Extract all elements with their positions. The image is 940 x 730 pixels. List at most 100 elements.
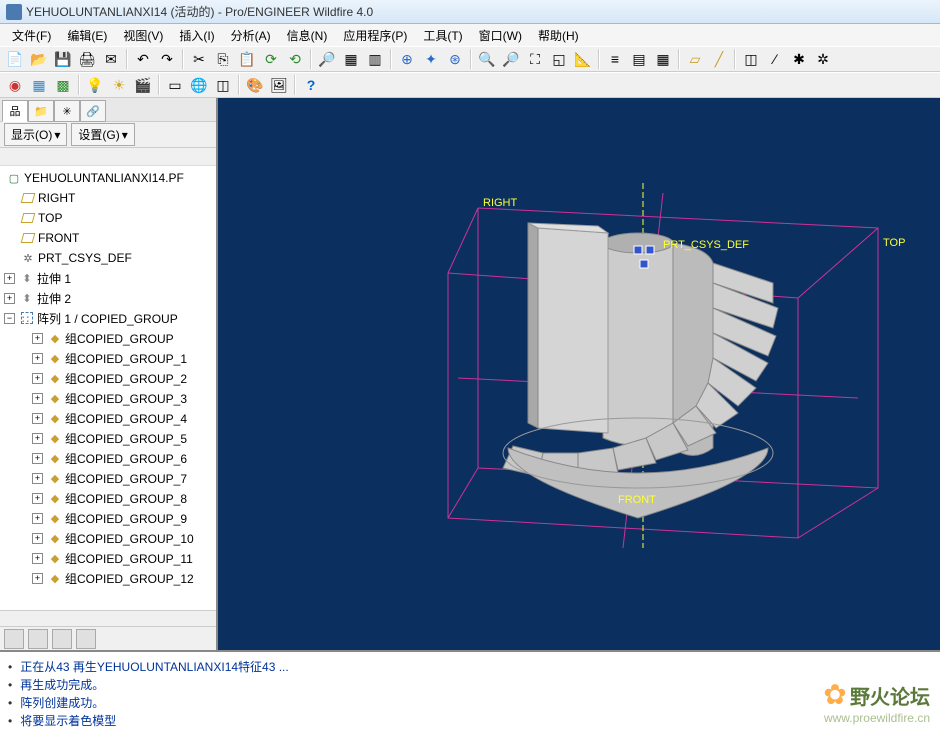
menu-file[interactable]: 文件(F) — [4, 25, 59, 46]
menu-app[interactable]: 应用程序(P) — [335, 25, 415, 46]
expander-icon[interactable]: + — [32, 453, 43, 464]
expander-icon[interactable]: + — [32, 353, 43, 364]
render-icon[interactable]: ▦ — [28, 74, 50, 96]
fit-icon[interactable]: ⛶ — [524, 48, 546, 70]
expander-icon[interactable]: + — [4, 273, 15, 284]
disp-point-icon[interactable]: ✱ — [788, 48, 810, 70]
expander-icon[interactable]: + — [32, 413, 43, 424]
disp-plane-icon[interactable]: ◫ — [740, 48, 762, 70]
settings-button[interactable]: 设置(G)▾ — [71, 123, 134, 146]
sb-btn-2[interactable] — [28, 629, 48, 649]
redo-icon[interactable]: ↷ — [156, 48, 178, 70]
saved-view-icon[interactable]: 📐 — [572, 48, 594, 70]
3d-viewport[interactable]: RIGHT TOP FRONT PRT_CSYS_DEF — [218, 98, 940, 650]
menu-info[interactable]: 信息(N) — [279, 25, 336, 46]
tree-group[interactable]: +◆组COPIED_GROUP_5 — [0, 428, 216, 448]
light2-icon[interactable]: ☀ — [108, 74, 130, 96]
layer-icon[interactable]: ≡ — [604, 48, 626, 70]
tree-group[interactable]: +◆组COPIED_GROUP_1 — [0, 348, 216, 368]
print-icon[interactable]: 🖨 — [76, 48, 98, 70]
zoomin-icon[interactable]: 🔍 — [476, 48, 498, 70]
expander-icon[interactable]: + — [32, 553, 43, 564]
spin-icon[interactable]: ⊕ — [396, 48, 418, 70]
tree-plane-front[interactable]: FRONT — [0, 228, 216, 248]
help-icon[interactable]: ? — [300, 74, 322, 96]
tree-pattern[interactable]: − ∷ 阵列 1 / COPIED_GROUP — [0, 308, 216, 328]
render-final-icon[interactable]: 🖼 — [268, 74, 290, 96]
menu-help[interactable]: 帮助(H) — [530, 25, 587, 46]
tree-group[interactable]: +◆组COPIED_GROUP — [0, 328, 216, 348]
tab-folder-icon[interactable]: 📁 — [28, 100, 54, 122]
datum-axis-icon[interactable]: ╱ — [708, 48, 730, 70]
tree-group[interactable]: +◆组COPIED_GROUP_7 — [0, 468, 216, 488]
expander-icon[interactable]: + — [32, 393, 43, 404]
tree-group[interactable]: +◆组COPIED_GROUP_6 — [0, 448, 216, 468]
menu-tools[interactable]: 工具(T) — [415, 25, 470, 46]
paste-icon[interactable]: 📋 — [236, 48, 258, 70]
select2-icon[interactable]: ▥ — [364, 48, 386, 70]
tab-conn-icon[interactable]: 🔗 — [80, 100, 106, 122]
save-icon[interactable]: 💾 — [52, 48, 74, 70]
tree-group[interactable]: +◆组COPIED_GROUP_8 — [0, 488, 216, 508]
find-icon[interactable]: 🔎 — [316, 48, 338, 70]
expander-icon[interactable]: + — [32, 573, 43, 584]
menu-insert[interactable]: 插入(I) — [171, 25, 222, 46]
expander-icon[interactable]: + — [4, 293, 15, 304]
sb-btn-4[interactable] — [76, 629, 96, 649]
sb-btn-1[interactable] — [4, 629, 24, 649]
tree-plane-right[interactable]: RIGHT — [0, 188, 216, 208]
model-tree[interactable]: ▢ YEHUOLUNTANLIANXI14.PF RIGHT TOP FRONT… — [0, 166, 216, 610]
env-icon[interactable]: 🌐 — [188, 74, 210, 96]
expander-icon[interactable]: + — [32, 333, 43, 344]
render-setup-icon[interactable]: 🎨 — [244, 74, 266, 96]
tab-fav-icon[interactable]: ✳ — [54, 100, 80, 122]
light-icon[interactable]: 💡 — [84, 74, 106, 96]
menu-window[interactable]: 窗口(W) — [471, 25, 530, 46]
tree-group[interactable]: +◆组COPIED_GROUP_12 — [0, 568, 216, 588]
menu-edit[interactable]: 编辑(E) — [59, 25, 115, 46]
regen-icon[interactable]: ⟳ — [260, 48, 282, 70]
tree-extrude-2[interactable]: + ⬍ 拉伸 2 — [0, 288, 216, 308]
tree-group[interactable]: +◆组COPIED_GROUP_4 — [0, 408, 216, 428]
tree-group[interactable]: +◆组COPIED_GROUP_10 — [0, 528, 216, 548]
view-mgr-icon[interactable]: ▦ — [652, 48, 674, 70]
tree-group[interactable]: +◆组COPIED_GROUP_11 — [0, 548, 216, 568]
cut-icon[interactable]: ✂ — [188, 48, 210, 70]
expander-icon[interactable]: + — [32, 533, 43, 544]
layer2-icon[interactable]: ▤ — [628, 48, 650, 70]
pan-icon[interactable]: ✦ — [420, 48, 442, 70]
room-icon[interactable]: ◫ — [212, 74, 234, 96]
copy-icon[interactable]: ⎘ — [212, 48, 234, 70]
tree-plane-top[interactable]: TOP — [0, 208, 216, 228]
tree-extrude-1[interactable]: + ⬍ 拉伸 1 — [0, 268, 216, 288]
expander-icon[interactable]: + — [32, 493, 43, 504]
regen2-icon[interactable]: ⟲ — [284, 48, 306, 70]
zoom-icon[interactable]: ⊛ — [444, 48, 466, 70]
orient-icon[interactable]: ◱ — [548, 48, 570, 70]
chip-icon[interactable]: ▩ — [52, 74, 74, 96]
new-icon[interactable]: 📄 — [4, 48, 26, 70]
expander-icon[interactable]: + — [32, 473, 43, 484]
open-icon[interactable]: 📂 — [28, 48, 50, 70]
expander-icon[interactable]: + — [32, 373, 43, 384]
expander-icon[interactable]: − — [4, 313, 15, 324]
scrollbar-horizontal[interactable] — [0, 610, 216, 626]
tree-group[interactable]: +◆组COPIED_GROUP_3 — [0, 388, 216, 408]
zoomout-icon[interactable]: 🔎 — [500, 48, 522, 70]
expander-icon[interactable]: + — [32, 433, 43, 444]
undo-icon[interactable]: ↶ — [132, 48, 154, 70]
show-button[interactable]: 显示(O)▾ — [4, 123, 67, 146]
menu-analysis[interactable]: 分析(A) — [223, 25, 279, 46]
disp-csys-icon[interactable]: ✲ — [812, 48, 834, 70]
disp-axis-icon[interactable]: ∕ — [764, 48, 786, 70]
tree-group[interactable]: +◆组COPIED_GROUP_9 — [0, 508, 216, 528]
tree-csys[interactable]: ✲ PRT_CSYS_DEF — [0, 248, 216, 268]
sb-btn-3[interactable] — [52, 629, 72, 649]
perspective-icon[interactable]: ▭ — [164, 74, 186, 96]
tab-tree-icon[interactable]: 品 — [2, 100, 28, 122]
tree-root[interactable]: ▢ YEHUOLUNTANLIANXI14.PF — [0, 168, 216, 188]
expander-icon[interactable]: + — [32, 513, 43, 524]
scene-icon[interactable]: 🎬 — [132, 74, 154, 96]
material-icon[interactable]: ◉ — [4, 74, 26, 96]
select-icon[interactable]: ▦ — [340, 48, 362, 70]
